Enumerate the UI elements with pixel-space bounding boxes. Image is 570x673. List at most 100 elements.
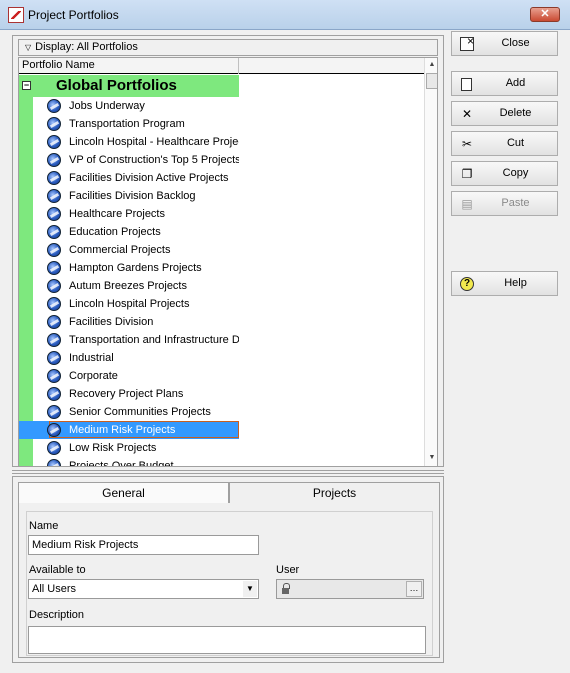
tree-item-label: Industrial [69,352,114,364]
name-field[interactable]: Medium Risk Projects [28,535,259,555]
delete-button[interactable]: ✕ Delete [451,101,558,126]
copy-button[interactable]: ❐ Copy [451,161,558,186]
new-document-icon [461,78,472,91]
tree-item-label: Facilities Division [69,316,154,328]
help-button-label: Help [504,277,527,289]
tree-item[interactable]: Recovery Project Plans [47,385,239,403]
scroll-thumb[interactable] [426,73,437,89]
portfolio-globe-icon [47,189,61,203]
tree-item[interactable]: Facilities Division Backlog [47,187,239,205]
chevron-down-icon: ▽ [25,43,32,52]
delete-button-label: Delete [499,107,532,119]
detail-panel: General Projects Name Medium Risk Projec… [12,476,444,663]
help-button[interactable]: ? Help [451,271,558,296]
tree-item[interactable]: VP of Construction's Top 5 Projects [47,151,239,169]
title-bar: Project Portfolios ✕ [0,0,570,30]
chevron-down-icon[interactable]: ▼ [243,581,257,597]
group-indent-bar [19,97,33,466]
portfolio-globe-icon [47,333,61,347]
tree-item[interactable]: Lincoln Hospital Projects [47,295,239,313]
portfolio-globe-icon [47,153,61,167]
portfolio-list-panel: ▽ Display: All Portfolios Portfolio Name … [12,35,444,467]
tree-item-label: Healthcare Projects [69,208,165,220]
window-title: Project Portfolios [28,8,119,22]
portfolio-globe-icon [47,117,61,131]
portfolio-globe-icon [47,387,61,401]
window-close-button[interactable]: ✕ [530,7,560,22]
tree-item[interactable]: Transportation Program [47,115,239,133]
portfolio-globe-icon [47,225,61,239]
add-button-label: Add [505,77,526,89]
available-to-select[interactable]: All Users ▼ [28,579,259,599]
portfolio-globe-icon [47,315,61,329]
tree-item-label: Transportation Program [69,118,185,130]
tree-item[interactable]: Commercial Projects [47,241,239,259]
tree-item[interactable]: Autum Breezes Projects [47,277,239,295]
lock-icon [282,583,290,594]
tree-rows: − Global Portfolios Jobs Underway Transpo… [19,75,424,467]
tree-item-label: Projects Over Budget [69,460,174,467]
tree-item[interactable]: Transportation and Infrastructure Divisi… [47,331,239,349]
tree-item[interactable]: Facilities Division [47,313,239,331]
tree-item-label: Jobs Underway [69,100,145,112]
vertical-scrollbar[interactable]: ▲ ▼ [424,58,437,466]
general-form: Name Medium Risk Projects Available to A… [26,511,433,656]
tree-item[interactable]: Senior Communities Projects [47,403,239,421]
name-label: Name [29,520,59,532]
tree-item-label: Hampton Gardens Projects [69,262,202,274]
tree-item[interactable]: Corporate [47,367,239,385]
user-field: … [276,579,424,599]
portfolio-tree: Portfolio Name − Global Portfolios Jobs … [18,57,438,467]
app-icon [8,7,24,23]
portfolio-globe-icon [47,207,61,221]
tree-item-label: Medium Risk Projects [69,424,176,436]
portfolio-globe-icon [47,369,61,383]
panel-splitter[interactable] [12,470,444,474]
tree-item[interactable]: Low Risk Projects [47,439,239,457]
cut-button[interactable]: ✂ Cut [451,131,558,156]
portfolio-globe-icon [47,351,61,365]
display-filter[interactable]: ▽ Display: All Portfolios [18,39,438,56]
tree-item[interactable]: Healthcare Projects [47,205,239,223]
tree-item-label: Lincoln Hospital Projects [69,298,190,310]
scroll-down-icon[interactable]: ▼ [425,451,437,465]
portfolio-globe-icon [47,135,61,149]
tree-item[interactable]: Industrial [47,349,239,367]
available-to-label: Available to [29,564,86,576]
tree-item[interactable]: Projects Over Budget [47,457,239,467]
portfolio-globe-icon [47,405,61,419]
group-label: Global Portfolios [56,77,177,94]
paste-button-label: Paste [501,197,530,209]
tree-item[interactable]: Facilities Division Active Projects [47,169,239,187]
tab-general[interactable]: General [18,482,229,504]
tree-item-label: Education Projects [69,226,161,238]
portfolio-globe-icon [47,243,61,257]
portfolio-globe-icon [47,423,61,437]
portfolio-globe-icon [47,459,61,466]
tree-item[interactable]: Jobs Underway [47,97,239,115]
portfolio-globe-icon [47,297,61,311]
close-button[interactable]: Close [451,31,558,56]
paste-button[interactable]: ▤ Paste [451,191,558,216]
tab-content-general: Name Medium Risk Projects Available to A… [18,503,440,658]
column-header-label: Portfolio Name [22,59,95,71]
cut-button-label: Cut [506,137,525,149]
portfolio-globe-icon [47,441,61,455]
scroll-up-icon[interactable]: ▲ [425,58,437,72]
description-field[interactable] [28,626,426,654]
tree-item[interactable]: Lincoln Hospital - Healthcare Projects [47,133,239,151]
tree-item[interactable]: Education Projects [47,223,239,241]
add-button[interactable]: Add [451,71,558,96]
tab-projects[interactable]: Projects [229,482,440,504]
column-divider[interactable] [238,58,239,74]
browse-user-button[interactable]: … [406,581,422,597]
tree-item[interactable]: Medium Risk Projects [19,421,239,439]
tree-item[interactable]: Hampton Gardens Projects [47,259,239,277]
delete-x-icon: ✕ [461,107,473,121]
tree-item-label: Senior Communities Projects [69,406,211,418]
column-header-portfolio-name[interactable]: Portfolio Name [19,58,424,74]
tree-group-global-portfolios[interactable]: − Global Portfolios [19,75,239,97]
portfolio-globe-icon [47,261,61,275]
tree-item-label: VP of Construction's Top 5 Projects [69,154,239,166]
collapse-icon[interactable]: − [22,81,31,90]
